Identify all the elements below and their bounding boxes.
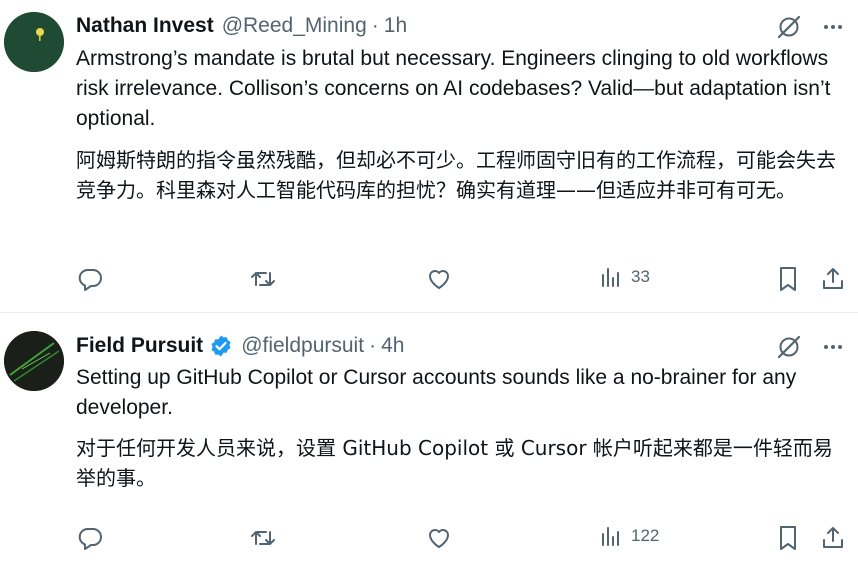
- verified-badge-icon[interactable]: [209, 334, 233, 358]
- top-actions: [776, 14, 844, 40]
- separator: ·: [371, 14, 379, 37]
- bookmark-icon: [780, 526, 796, 550]
- like-button[interactable]: [425, 265, 453, 293]
- timestamp[interactable]: 1h: [384, 14, 407, 38]
- top-actions: [776, 334, 844, 360]
- grok-icon[interactable]: [776, 334, 802, 360]
- tweet-text: Armstrong’s mandate is brutal but necess…: [76, 47, 831, 130]
- avatar[interactable]: [4, 331, 64, 391]
- retweet-icon: [251, 272, 275, 286]
- avatar-image: [4, 331, 64, 391]
- retweet-button[interactable]: [249, 524, 277, 552]
- avatar-image: [4, 12, 64, 72]
- retweet-button[interactable]: [249, 265, 277, 293]
- action-bar: 33: [76, 265, 858, 295]
- tweet-translation: 对于任何开发人员来说，设置 GitHub Copilot 或 Cursor 帐户…: [76, 436, 833, 490]
- reply-icon: [78, 269, 102, 291]
- display-name[interactable]: Field Pursuit: [76, 334, 203, 358]
- bookmark-icon: [780, 267, 796, 291]
- handle[interactable]: @Reed_Mining: [222, 14, 367, 38]
- reply-button[interactable]: [76, 265, 104, 293]
- share-button[interactable]: [820, 524, 846, 552]
- like-icon: [429, 270, 449, 289]
- more-icon[interactable]: [822, 336, 844, 358]
- views-count: 122: [631, 526, 660, 545]
- reply-button[interactable]: [76, 524, 104, 552]
- separator: ·: [369, 334, 377, 357]
- handle[interactable]: @fieldpursuit: [241, 334, 364, 358]
- like-icon: [429, 529, 449, 548]
- bookmark-button[interactable]: [775, 265, 801, 293]
- timestamp[interactable]: 4h: [381, 334, 404, 358]
- reply-icon: [78, 528, 102, 550]
- avatar[interactable]: [4, 12, 64, 72]
- tweet[interactable]: Field Pursuit @fieldpursuit · 4h Setting…: [0, 313, 858, 565]
- views-icon: [602, 527, 619, 546]
- grok-icon[interactable]: [776, 14, 802, 40]
- share-icon: [823, 268, 843, 289]
- tweet[interactable]: Nathan Invest @Reed_Mining · 1h Armstron…: [0, 0, 858, 313]
- tweet-header: Nathan Invest @Reed_Mining · 1h: [76, 11, 838, 41]
- retweet-icon: [251, 531, 275, 545]
- bookmark-button[interactable]: [775, 524, 801, 552]
- views-button[interactable]: 122: [599, 524, 659, 548]
- tweet-text: Setting up GitHub Copilot or Cursor acco…: [76, 366, 797, 419]
- display-name[interactable]: Nathan Invest: [76, 14, 214, 38]
- tweet-header: Field Pursuit @fieldpursuit · 4h: [76, 331, 838, 361]
- tweet-translation: 阿姆斯特朗的指令虽然残酷，但却必不可少。工程师固守旧有的工作流程，可能会失去竞争…: [76, 148, 836, 202]
- action-bar: 122: [76, 524, 858, 554]
- like-button[interactable]: [425, 524, 453, 552]
- views-count: 33: [631, 267, 650, 286]
- more-icon[interactable]: [822, 16, 844, 38]
- share-button[interactable]: [820, 265, 846, 293]
- share-icon: [823, 527, 843, 548]
- views-button[interactable]: 33: [599, 265, 650, 289]
- views-icon: [602, 268, 619, 287]
